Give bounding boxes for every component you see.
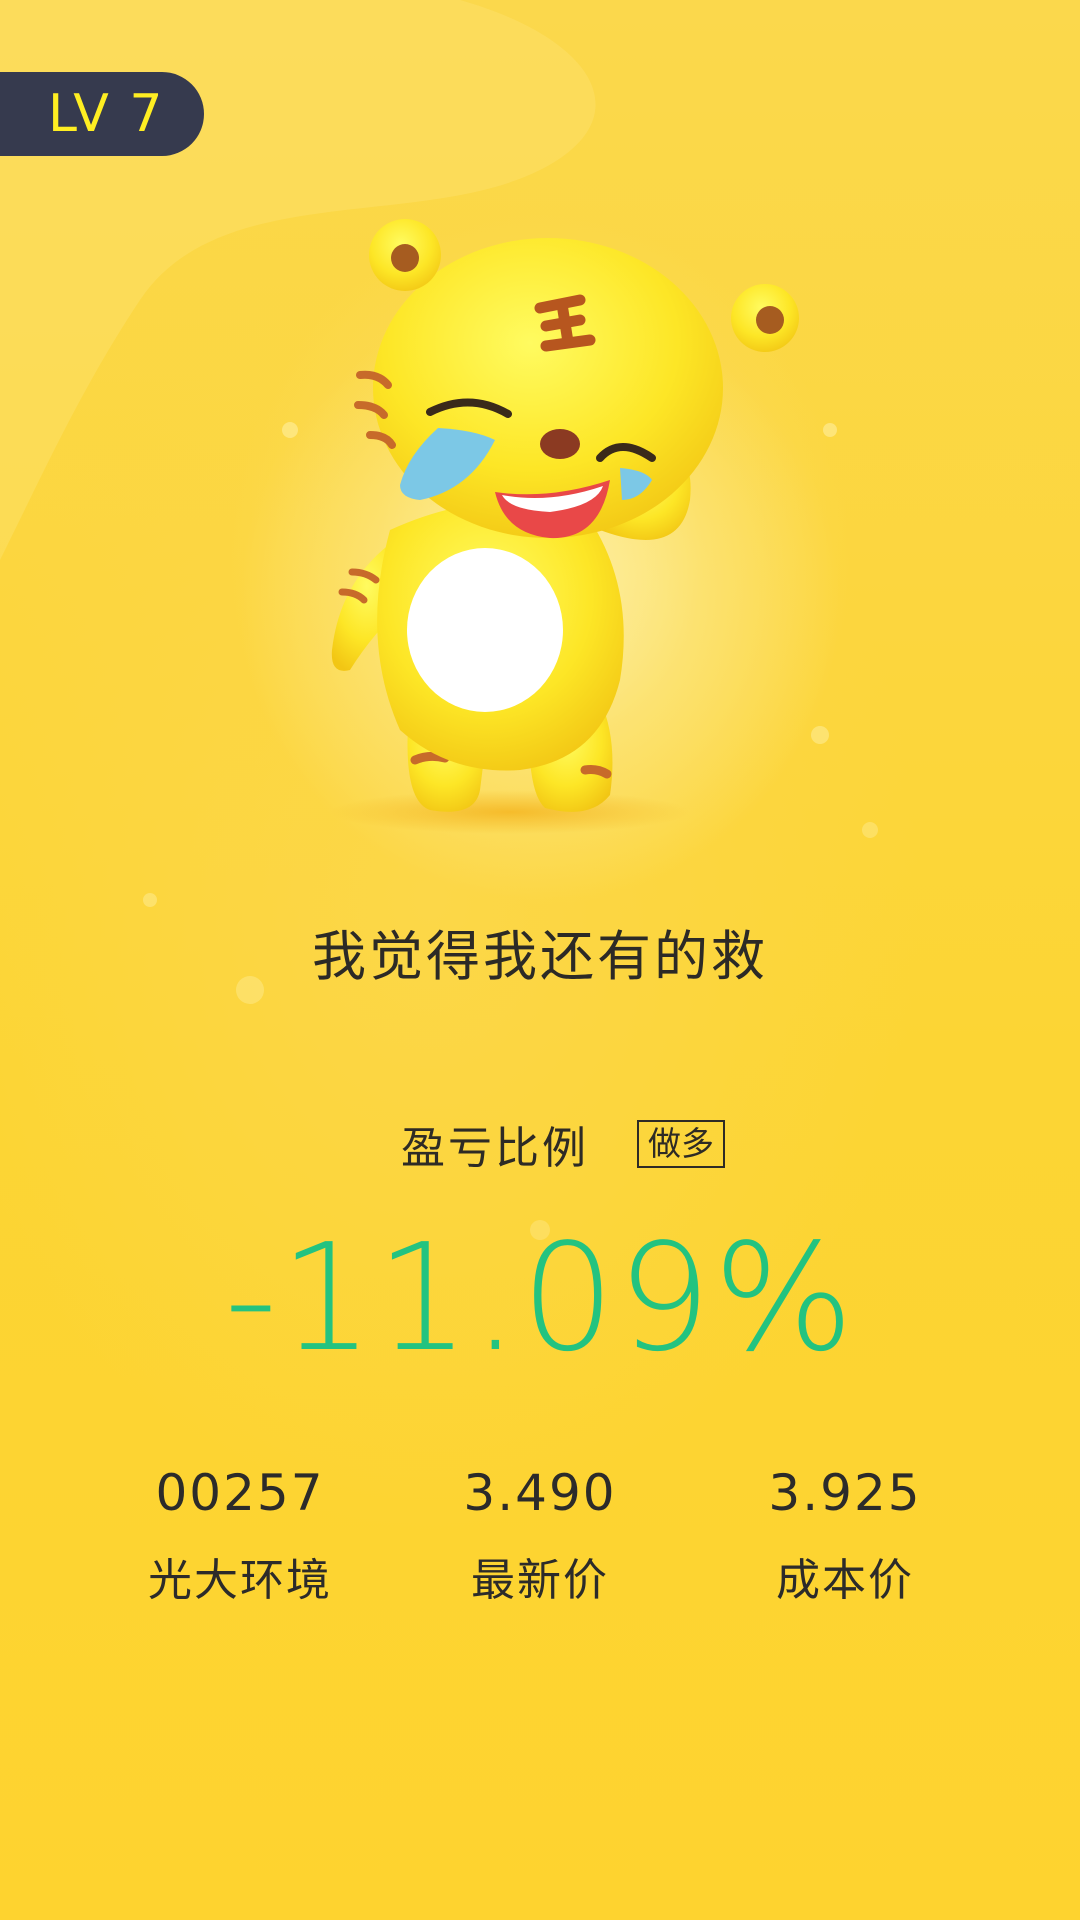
level-label: LV 7 xyxy=(48,84,165,144)
profit-loss-value: -11.09% xyxy=(224,1212,856,1384)
cost-price-label: 成本价 xyxy=(776,1555,914,1606)
latest-price-value: 3.490 xyxy=(463,1464,617,1522)
direction-tag: 做多 xyxy=(637,1120,725,1168)
stat-latest-price: 3.490 最新价 xyxy=(390,1464,690,1608)
stat-stock-code: 00257 光大环境 xyxy=(90,1464,390,1608)
latest-price-label: 最新价 xyxy=(471,1555,609,1606)
level-badge: LV 7 xyxy=(0,72,204,156)
profit-loss-header: 盈亏比例 做多 xyxy=(0,1112,1080,1176)
stock-name: 光大环境 xyxy=(148,1555,332,1606)
profit-loss-label: 盈亏比例 xyxy=(401,1123,589,1174)
cost-price-value: 3.925 xyxy=(768,1464,922,1522)
stat-cost-price: 3.925 成本价 xyxy=(695,1464,995,1608)
crying-tiger-mascot-icon xyxy=(330,219,799,834)
stock-code: 00257 xyxy=(155,1464,325,1522)
slogan-text: 我觉得我还有的救 xyxy=(312,925,768,988)
